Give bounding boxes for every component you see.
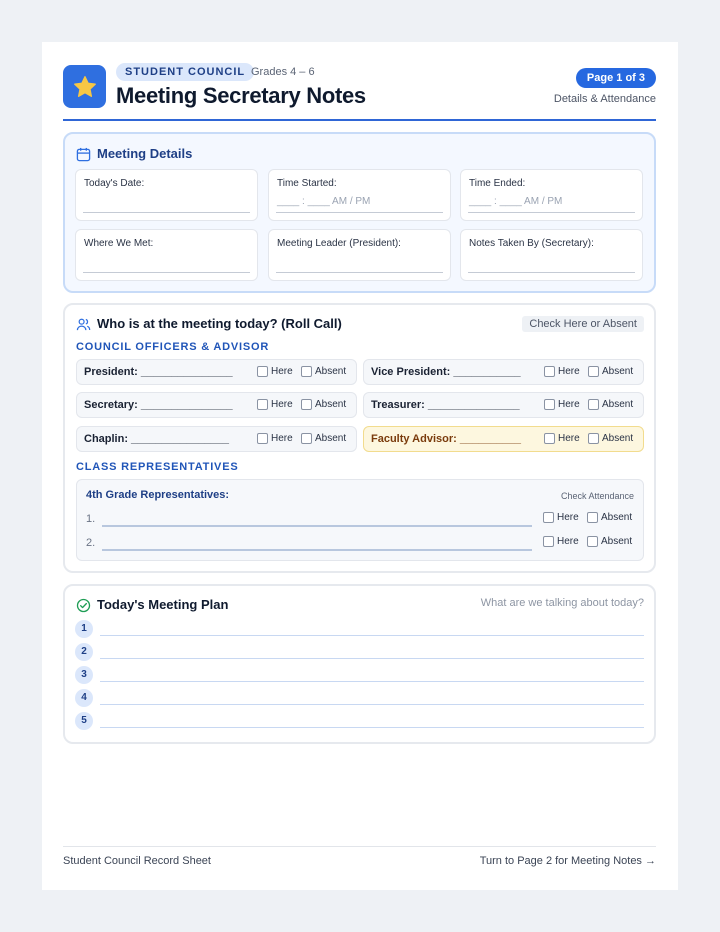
officer-row-secretary: Secretary: _______________ Here Absent bbox=[76, 392, 357, 418]
officers-heading: COUNCIL OFFICERS & ADVISOR bbox=[76, 341, 270, 353]
officer-label: President: _______________ bbox=[84, 366, 233, 378]
absent-checkbox[interactable]: Absent bbox=[587, 512, 632, 523]
star-icon bbox=[73, 75, 96, 97]
meeting-plan-section: Today's Meeting Plan What are we talking… bbox=[63, 584, 656, 744]
here-checkbox[interactable]: Here bbox=[257, 399, 293, 410]
reps-check-label: Check Attendance bbox=[560, 491, 634, 501]
footer-left-text: Student Council Record Sheet bbox=[63, 855, 211, 867]
agenda-line[interactable] bbox=[100, 635, 644, 636]
agenda-line[interactable] bbox=[100, 681, 644, 682]
agenda-number: 1 bbox=[75, 620, 93, 638]
here-checkbox[interactable]: Here bbox=[543, 536, 579, 547]
agenda-line[interactable] bbox=[100, 727, 644, 728]
meeting-plan-subtitle: What are we talking about today? bbox=[480, 597, 644, 609]
here-checkbox[interactable]: Here bbox=[544, 433, 580, 444]
absent-checkbox[interactable]: Absent bbox=[301, 433, 346, 444]
agenda-line[interactable] bbox=[100, 658, 644, 659]
field-label: Where We Met: bbox=[84, 238, 154, 249]
meeting-details-section: Meeting Details Today's Date: Time Start… bbox=[63, 132, 656, 293]
officer-label: Treasurer: _______________ bbox=[371, 399, 520, 411]
time-hint: ____ : ____ AM / PM bbox=[277, 196, 371, 207]
rep-number: 2. bbox=[86, 537, 96, 549]
field-label: Meeting Leader (President): bbox=[277, 238, 401, 249]
officer-label: Secretary: _______________ bbox=[84, 399, 233, 411]
representatives-box: 4th Grade Representatives: Check Attenda… bbox=[76, 479, 644, 561]
absent-checkbox[interactable]: Absent bbox=[301, 399, 346, 410]
field-label: Time Ended: bbox=[469, 178, 526, 189]
here-checkbox[interactable]: Here bbox=[543, 512, 579, 523]
write-line bbox=[276, 272, 443, 273]
officer-label: Chaplin: ________________ bbox=[84, 433, 229, 445]
page-subtitle: Details & Attendance bbox=[553, 93, 656, 105]
roll-call-instruction: Check Here or Absent bbox=[522, 316, 644, 332]
absent-checkbox[interactable]: Absent bbox=[301, 366, 346, 377]
absent-checkbox[interactable]: Absent bbox=[588, 399, 633, 410]
time-hint: ____ : ____ AM / PM bbox=[469, 196, 563, 207]
rep-write-line[interactable] bbox=[102, 549, 532, 551]
agenda-line[interactable] bbox=[100, 704, 644, 705]
reps-heading: CLASS REPRESENTATIVES bbox=[76, 461, 239, 473]
council-tag: STUDENT COUNCIL bbox=[116, 63, 255, 81]
officer-row-treasurer: Treasurer: _______________ Here Absent bbox=[363, 392, 644, 418]
write-line bbox=[83, 212, 250, 213]
officer-row-faculty-advisor: Faculty Advisor: __________ Here Absent bbox=[363, 426, 644, 452]
officer-row-vice-president: Vice President: ___________ Here Absent bbox=[363, 359, 644, 385]
reps-title: 4th Grade Representatives: bbox=[86, 489, 230, 501]
officer-label: Faculty Advisor: __________ bbox=[371, 433, 522, 445]
meeting-details-title: Meeting Details bbox=[97, 146, 193, 161]
worksheet-page: STUDENT COUNCIL Grades 4 – 6 Meeting Sec… bbox=[42, 42, 678, 890]
write-line bbox=[83, 272, 250, 273]
here-checkbox[interactable]: Here bbox=[544, 366, 580, 377]
footer-divider bbox=[63, 846, 656, 847]
officer-row-president: President: _______________ Here Absent bbox=[76, 359, 357, 385]
officer-label: Vice President: ___________ bbox=[371, 366, 521, 378]
users-icon bbox=[76, 318, 91, 331]
meeting-plan-title: Today's Meeting Plan bbox=[97, 597, 229, 612]
page-title: Meeting Secretary Notes bbox=[116, 83, 366, 108]
header-divider bbox=[63, 119, 656, 121]
agenda-number: 5 bbox=[75, 712, 93, 730]
time-started-field[interactable]: Time Started: ____ : ____ AM / PM bbox=[268, 169, 451, 221]
meeting-leader-field[interactable]: Meeting Leader (President): bbox=[268, 229, 451, 281]
absent-checkbox[interactable]: Absent bbox=[588, 366, 633, 377]
agenda-number: 4 bbox=[75, 689, 93, 707]
grades-label: Grades 4 – 6 bbox=[251, 66, 315, 78]
field-label: Today's Date: bbox=[84, 178, 145, 189]
date-field[interactable]: Today's Date: bbox=[75, 169, 258, 221]
page-number-badge: Page 1 of 3 bbox=[575, 68, 656, 88]
officer-row-chaplin: Chaplin: ________________ Here Absent bbox=[76, 426, 357, 452]
roll-call-section: Who is at the meeting today? (Roll Call)… bbox=[63, 303, 656, 573]
here-checkbox[interactable]: Here bbox=[257, 433, 293, 444]
rep-write-line[interactable] bbox=[102, 525, 532, 527]
absent-checkbox[interactable]: Absent bbox=[587, 536, 632, 547]
absent-checkbox[interactable]: Absent bbox=[588, 433, 633, 444]
logo-badge bbox=[63, 65, 106, 108]
notes-taken-by-field[interactable]: Notes Taken By (Secretary): bbox=[460, 229, 643, 281]
field-label: Notes Taken By (Secretary): bbox=[469, 238, 594, 249]
write-line bbox=[468, 272, 635, 273]
here-checkbox[interactable]: Here bbox=[257, 366, 293, 377]
rep-number: 1. bbox=[86, 513, 96, 525]
location-field[interactable]: Where We Met: bbox=[75, 229, 258, 281]
agenda-number: 2 bbox=[75, 643, 93, 661]
time-ended-field[interactable]: Time Ended: ____ : ____ AM / PM bbox=[460, 169, 643, 221]
write-line bbox=[468, 212, 635, 213]
write-line bbox=[276, 212, 443, 213]
agenda-number: 3 bbox=[75, 666, 93, 684]
roll-call-title: Who is at the meeting today? (Roll Call) bbox=[97, 316, 342, 331]
footer-next-page-link: Turn to Page 2 for Meeting Notes → bbox=[479, 855, 656, 867]
here-checkbox[interactable]: Here bbox=[544, 399, 580, 410]
check-circle-icon bbox=[76, 598, 91, 613]
field-label: Time Started: bbox=[277, 178, 337, 189]
calendar-icon bbox=[76, 147, 91, 162]
